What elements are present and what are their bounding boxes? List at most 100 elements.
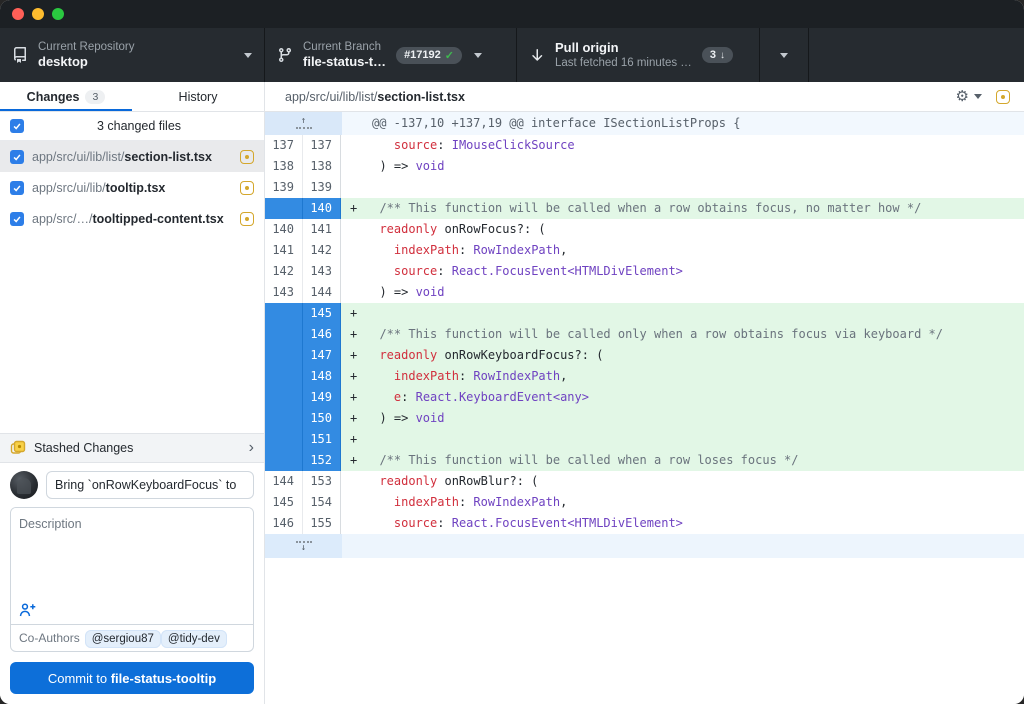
file-row[interactable]: app/src/ui/lib/tooltip.tsx [0,172,264,203]
new-line-number[interactable]: 148 [303,366,341,387]
chevron-right-icon: › [249,440,254,456]
pr-status-badge[interactable]: #17192✓ [396,47,462,64]
diff-marker: + [341,387,365,408]
pull-options-dropdown[interactable] [760,28,809,82]
sidebar-spacer [0,234,264,433]
file-include-checkbox[interactable] [10,150,24,164]
new-line-number[interactable]: 147 [303,345,341,366]
description-placeholder: Description [19,517,82,531]
expand-hunk-down-button[interactable]: ↓ [265,534,342,558]
old-line-number[interactable] [265,387,303,408]
diff-line-context: 138138 ) => void [265,156,1024,177]
changed-files-count: 3 changed files [24,119,254,133]
coauthor-chip[interactable]: @sergiou87 [85,630,161,648]
diff-line-context: 141142 indexPath: RowIndexPath, [265,240,1024,261]
file-include-checkbox[interactable] [10,212,24,226]
new-line-number[interactable]: 153 [303,471,341,492]
diff-line-added: 147+ readonly onRowKeyboardFocus?: ( [265,345,1024,366]
new-line-number[interactable]: 154 [303,492,341,513]
new-line-number[interactable]: 139 [303,177,341,198]
diff-line-context: 144153 readonly onRowBlur?: ( [265,471,1024,492]
old-line-number[interactable] [265,324,303,345]
coauthors-row: Co-Authors @sergiou87@tidy-dev [11,624,253,651]
old-line-number[interactable]: 145 [265,492,303,513]
new-line-number[interactable]: 150 [303,408,341,429]
pull-subtitle: Last fetched 16 minutes … [555,56,692,70]
stashed-changes-row[interactable]: Stashed Changes › [0,433,264,463]
old-line-number[interactable]: 146 [265,513,303,534]
include-all-checkbox[interactable] [10,119,24,133]
old-line-number[interactable] [265,345,303,366]
new-line-number[interactable]: 141 [303,219,341,240]
new-line-number[interactable]: 142 [303,240,341,261]
diff-line-context: 142143 source: React.FocusEvent<HTMLDivE… [265,261,1024,282]
file-include-checkbox[interactable] [10,181,24,195]
diff-marker [341,513,365,534]
commit-button[interactable]: Commit to file-status-tooltip [10,662,254,694]
diff-code: + /** This function will be called when … [341,198,1024,219]
old-line-number[interactable]: 139 [265,177,303,198]
new-line-number[interactable]: 138 [303,156,341,177]
diff-file-header: app/src/ui/lib/list/section-list.tsx ⚙ [265,82,1024,112]
file-path: app/src/ui/lib/tooltip.tsx [32,181,232,195]
new-line-number[interactable]: 144 [303,282,341,303]
diff-line-added: 140+ /** This function will be called wh… [265,198,1024,219]
zoom-window-button[interactable] [52,8,64,20]
old-line-number[interactable]: 141 [265,240,303,261]
old-line-number[interactable]: 137 [265,135,303,156]
new-line-number[interactable]: 155 [303,513,341,534]
diff-marker: + [341,345,365,366]
diff-code: + [341,429,1024,450]
diff-marker [341,177,365,198]
diff-marker: + [341,366,365,387]
old-line-number[interactable] [265,429,303,450]
new-line-number[interactable]: 152 [303,450,341,471]
branch-switcher-button[interactable]: Current Branch file-status-t… #17192✓ [265,28,517,82]
diff-code: ) => void [341,156,1024,177]
diff-code: source: React.FocusEvent<HTMLDivElement> [341,513,1024,534]
commit-description-field[interactable]: Description [11,508,253,624]
commit-summary-input[interactable] [46,471,254,499]
tab-history[interactable]: History [132,82,264,111]
old-line-number[interactable]: 140 [265,219,303,240]
file-row[interactable]: app/src/ui/lib/list/section-list.tsx [0,141,264,172]
old-line-number[interactable] [265,408,303,429]
new-line-number[interactable]: 146 [303,324,341,345]
new-line-number[interactable]: 151 [303,429,341,450]
old-line-number[interactable]: 138 [265,156,303,177]
file-path: app/src/…/tooltipped-content.tsx [32,212,232,226]
pull-title: Pull origin [555,40,692,56]
old-line-number[interactable] [265,198,303,219]
coauthor-chip[interactable]: @tidy-dev [161,630,227,648]
diff-line-added: 146+ /** This function will be called on… [265,324,1024,345]
diff-code: indexPath: RowIndexPath, [341,492,1024,513]
expand-hunk-up-button[interactable]: ↑ [265,112,342,135]
diff-code: source: IMouseClickSource [341,135,1024,156]
diff-options-button[interactable]: ⚙ [956,89,982,104]
new-line-number[interactable]: 145 [303,303,341,324]
new-line-number[interactable]: 140 [303,198,341,219]
close-window-button[interactable] [12,8,24,20]
new-line-number[interactable]: 137 [303,135,341,156]
old-line-number[interactable]: 144 [265,471,303,492]
toolbar-spacer [809,28,1024,82]
pull-origin-button[interactable]: Pull origin Last fetched 16 minutes … 3↓ [517,28,760,82]
diff-line-context: 140141 readonly onRowFocus?: ( [265,219,1024,240]
old-line-number[interactable]: 142 [265,261,303,282]
old-line-number[interactable] [265,366,303,387]
chevron-down-icon [780,53,788,58]
new-line-number[interactable]: 143 [303,261,341,282]
old-line-number[interactable] [265,303,303,324]
old-line-number[interactable]: 143 [265,282,303,303]
minimize-window-button[interactable] [32,8,44,20]
tab-changes[interactable]: Changes 3 [0,82,132,111]
diff-code: + /** This function will be called only … [341,324,1024,345]
file-row[interactable]: app/src/…/tooltipped-content.tsx [0,203,264,234]
diff-marker: + [341,303,365,324]
repository-switcher-button[interactable]: Current Repository desktop [0,28,265,82]
diff-code [341,177,1024,198]
diff-line-added: 149+ e: React.KeyboardEvent<any> [265,387,1024,408]
add-coauthor-icon[interactable] [19,602,37,618]
new-line-number[interactable]: 149 [303,387,341,408]
old-line-number[interactable] [265,450,303,471]
